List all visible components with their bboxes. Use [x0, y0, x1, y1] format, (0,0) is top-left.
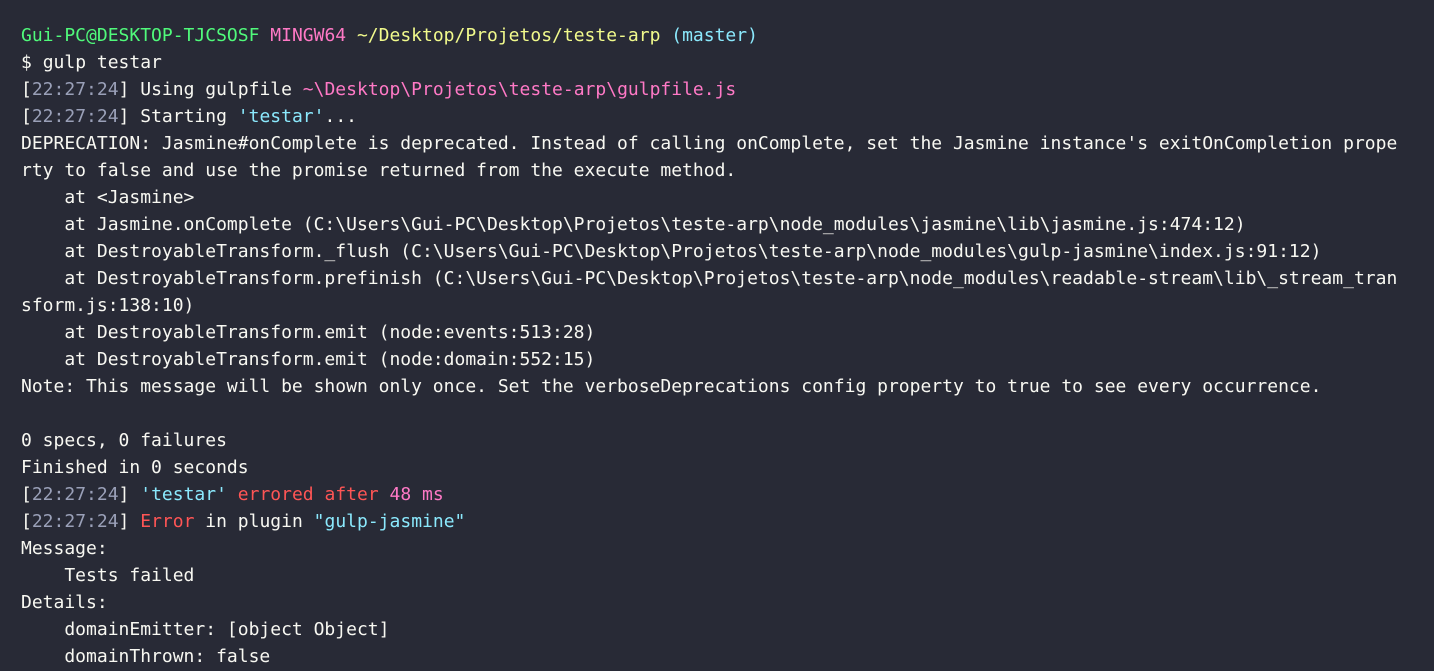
prompt-symbol: $	[21, 52, 32, 73]
errored-line: [22:27:24] 'testar' errored after 48 ms	[21, 484, 444, 505]
details-label: Details:	[21, 592, 108, 613]
stack-trace-line: sform.js:138:10)	[21, 295, 195, 316]
deprecation-line-1: DEPRECATION: Jasmine#onComplete is depre…	[21, 133, 1398, 154]
prompt-user-host: Gui-PC@DESKTOP-TJCSOSF	[21, 25, 260, 46]
prompt-line: Gui-PC@DESKTOP-TJCSOSF MINGW64 ~/Desktop…	[21, 22, 1434, 49]
stack-trace-line: at <Jasmine>	[21, 187, 195, 208]
stack-trace-line: at Jasmine.onComplete (C:\Users\Gui-PC\D…	[21, 214, 1246, 235]
task-name: 'testar'	[237, 106, 325, 127]
terminal-window[interactable]: Gui-PC@DESKTOP-TJCSOSF MINGW64 ~/Desktop…	[0, 0, 1434, 671]
stack-trace-line: at DestroyableTransform._flush (C:\Users…	[21, 241, 1322, 262]
deprecation-line-2: rty to false and use the promise returne…	[21, 160, 737, 181]
error-word: Error	[140, 511, 195, 532]
message-label: Message:	[21, 538, 108, 559]
starting-line: [22:27:24] Starting 'testar'...	[21, 106, 357, 127]
in-plugin-label: in plugin	[205, 511, 303, 532]
starting-label: Starting	[140, 106, 227, 127]
prompt-branch: (master)	[671, 25, 758, 46]
plugin-error-line: [22:27:24] Error in plugin "gulp-jasmine…	[21, 511, 466, 532]
command-line: $ gulp testar	[21, 49, 1434, 76]
using-label: Using gulpfile	[140, 79, 292, 100]
finished-summary: Finished in 0 seconds	[21, 457, 249, 478]
timestamp: 22:27:24	[31, 484, 119, 505]
prompt-system: MINGW64	[270, 25, 347, 46]
errored-duration: 48 ms	[389, 484, 444, 505]
specs-summary: 0 specs, 0 failures	[21, 430, 227, 451]
message-value: Tests failed	[21, 565, 195, 586]
timestamp: 22:27:24	[31, 79, 119, 100]
stack-trace-line: at DestroyableTransform.emit (node:event…	[21, 322, 596, 343]
using-gulpfile-line: [22:27:24] Using gulpfile ~\Desktop\Proj…	[21, 79, 737, 100]
stack-trace-line: at DestroyableTransform.emit (node:domai…	[21, 349, 596, 370]
plugin-name: "gulp-jasmine"	[313, 511, 466, 532]
task-name: 'testar'	[140, 484, 227, 505]
errored-label: errored after	[237, 484, 379, 505]
ellipsis: ...	[324, 106, 357, 127]
timestamp: 22:27:24	[31, 106, 119, 127]
prompt-path: ~/Desktop/Projetos/teste-arp	[356, 25, 661, 46]
timestamp: 22:27:24	[31, 511, 119, 532]
gulpfile-path: ~\Desktop\Projetos\teste-arp\gulpfile.js	[302, 79, 737, 100]
command-text: gulp testar	[42, 52, 162, 73]
deprecation-note: Note: This message will be shown only on…	[21, 376, 1322, 397]
domain-thrown-line: domainThrown: false	[21, 646, 271, 667]
domain-emitter-line: domainEmitter: [object Object]	[21, 619, 390, 640]
stack-trace-line: at DestroyableTransform.prefinish (C:\Us…	[21, 268, 1398, 289]
